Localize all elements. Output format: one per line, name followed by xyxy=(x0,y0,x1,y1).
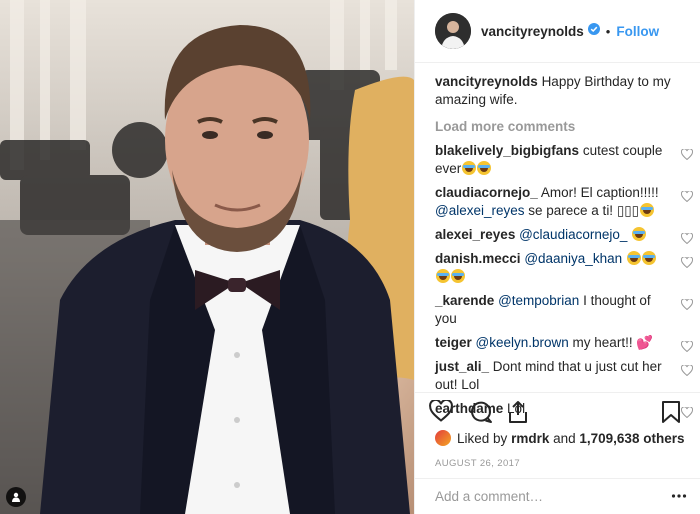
heart-icon[interactable] xyxy=(429,398,453,427)
comments-list: vancityreynolds Happy Birthday to my ama… xyxy=(435,73,694,419)
add-comment-bar xyxy=(415,478,700,514)
post-photo[interactable] xyxy=(0,0,414,514)
comment-username[interactable]: teiger xyxy=(435,335,472,350)
comment: teiger @keelyn.brown my heart!! 💕 xyxy=(435,334,694,353)
header-username[interactable]: vancityreynolds xyxy=(481,24,584,39)
comment: claudiacornejo_ Amor! El caption!!!!! @a… xyxy=(435,184,694,220)
likes-count[interactable]: 1,709,638 others xyxy=(579,431,684,446)
avatar[interactable] xyxy=(435,13,471,49)
tears-of-joy-emoji xyxy=(626,251,641,265)
follow-button[interactable]: Follow xyxy=(616,24,659,39)
bookmark-icon[interactable] xyxy=(661,400,681,429)
tears-of-joy-emoji xyxy=(477,161,492,175)
comment: just_ali_ Dont mind that u just cut her … xyxy=(435,358,694,394)
tears-of-joy-emoji xyxy=(462,161,477,175)
heart-icon[interactable] xyxy=(680,255,694,273)
likes-summary: Liked by rmdrk and 1,709,638 others xyxy=(435,430,684,446)
two-hearts-emoji: 💕 xyxy=(636,335,654,350)
post-sidebar: vancityreynolds • Follow vancityreynolds… xyxy=(414,0,700,514)
heart-icon[interactable] xyxy=(680,189,694,207)
comment-mention[interactable]: @claudiacornejo_ xyxy=(519,227,627,242)
likes-prefix: Liked by xyxy=(457,430,508,446)
post-date: AUGUST 26, 2017 xyxy=(435,458,521,469)
share-icon[interactable] xyxy=(507,400,529,429)
post-header: vancityreynolds • Follow xyxy=(415,0,700,63)
comment-username[interactable]: blakelively_bigbigfans xyxy=(435,143,579,158)
caption-username[interactable]: vancityreynolds xyxy=(435,74,538,89)
liker-username[interactable]: rmdrk xyxy=(511,431,549,446)
tears-of-joy-emoji xyxy=(436,269,450,283)
heart-icon[interactable] xyxy=(680,339,694,357)
comment-icon[interactable] xyxy=(469,400,493,429)
liker-avatar xyxy=(435,430,451,446)
tears-of-joy-emoji xyxy=(640,203,655,217)
post-caption: vancityreynolds Happy Birthday to my ama… xyxy=(435,73,693,109)
comment-text: se parece a ti! ▯▯▯ xyxy=(528,203,640,218)
tears-of-joy-emoji xyxy=(641,251,656,265)
comment-username[interactable]: danish.mecci xyxy=(435,251,521,266)
comment-text: my heart!! xyxy=(572,335,633,350)
instagram-post: vancityreynolds • Follow vancityreynolds… xyxy=(0,0,700,514)
heart-icon[interactable] xyxy=(680,363,694,381)
heart-icon[interactable] xyxy=(680,231,694,249)
comment-username[interactable]: claudiacornejo_ xyxy=(435,185,538,200)
heart-icon[interactable] xyxy=(680,147,694,165)
comment-mention[interactable]: @tempobrian xyxy=(498,293,579,308)
comment-mention[interactable]: @keelyn.brown xyxy=(476,335,569,350)
comment: blakelively_bigbigfans cutest couple eve… xyxy=(435,142,694,178)
action-bar xyxy=(415,392,700,428)
likes-and: and xyxy=(553,430,576,446)
add-comment-input[interactable] xyxy=(435,489,655,504)
comment-username[interactable]: just_ali_ xyxy=(435,359,489,374)
comment: danish.mecci @daaniya_khan xyxy=(435,250,694,286)
heart-icon[interactable] xyxy=(680,297,694,315)
tears-of-joy-emoji xyxy=(632,227,647,241)
more-options-icon[interactable] xyxy=(671,488,687,509)
load-more-comments-button[interactable]: Load more comments xyxy=(435,119,693,134)
separator-dot: • xyxy=(605,23,611,39)
comment-text: Amor! El caption!!!!! xyxy=(540,185,659,200)
photo-illustration xyxy=(0,0,414,514)
comment-username[interactable]: alexei_reyes xyxy=(435,227,515,242)
comment-username[interactable]: _karende xyxy=(435,293,494,308)
comment: _karende @tempobrian I thought of you xyxy=(435,292,694,328)
tears-of-joy-emoji xyxy=(451,269,465,283)
comment: alexei_reyes @claudiacornejo_ xyxy=(435,226,694,245)
comment-mention[interactable]: @daaniya_khan xyxy=(524,251,622,266)
verified-badge-icon xyxy=(587,22,600,40)
person-icon[interactable] xyxy=(6,487,26,507)
comment-mention[interactable]: @alexei_reyes xyxy=(435,203,525,218)
